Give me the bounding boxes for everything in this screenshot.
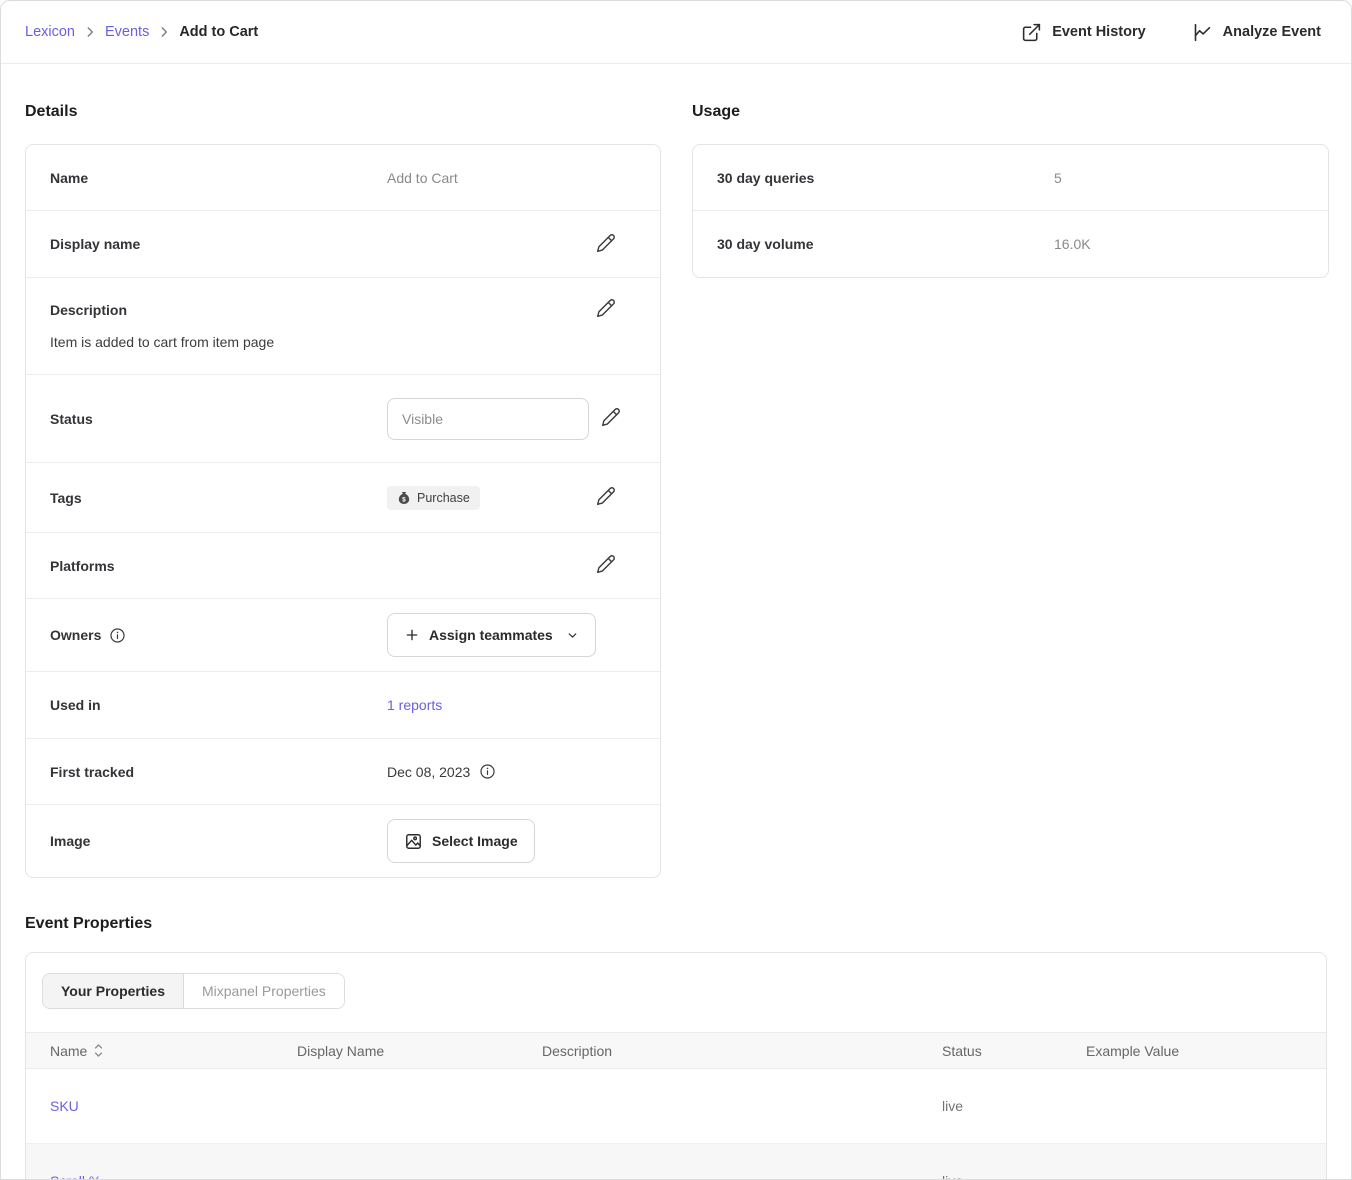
event-properties-heading: Event Properties bbox=[25, 915, 1327, 933]
analyze-event-button[interactable]: Analyze Event bbox=[1192, 22, 1321, 43]
details-heading: Details bbox=[25, 103, 661, 121]
queries-label: 30 day queries bbox=[717, 170, 1054, 186]
edit-status-button[interactable] bbox=[601, 407, 621, 430]
tags-label: Tags bbox=[50, 490, 387, 506]
usage-row-queries: 30 day queries 5 bbox=[693, 145, 1328, 211]
properties-table-header: Name Display Name Description Status Exa… bbox=[26, 1032, 1326, 1069]
analyze-event-label: Analyze Event bbox=[1223, 24, 1321, 40]
image-icon bbox=[404, 832, 423, 851]
detail-row-platforms: Platforms bbox=[26, 533, 660, 599]
tab-your-properties[interactable]: Your Properties bbox=[43, 974, 184, 1008]
detail-row-status: Status Visible bbox=[26, 375, 660, 463]
property-name-link[interactable]: Scroll % bbox=[50, 1173, 297, 1180]
property-status: live bbox=[942, 1098, 1086, 1114]
tag-purchase-badge[interactable]: $ Purchase bbox=[387, 486, 480, 510]
name-value: Add to Cart bbox=[387, 170, 458, 186]
pencil-icon bbox=[596, 233, 616, 256]
name-label: Name bbox=[50, 170, 387, 186]
volume-label: 30 day volume bbox=[717, 236, 1054, 252]
detail-row-display-name: Display name bbox=[26, 211, 660, 278]
event-properties-section: Event Properties Your Properties Mixpane… bbox=[25, 915, 1327, 1180]
column-name-label: Name bbox=[50, 1043, 87, 1059]
plus-icon bbox=[404, 627, 420, 643]
used-in-reports-link[interactable]: 1 reports bbox=[387, 697, 442, 713]
used-in-label: Used in bbox=[50, 697, 387, 713]
platforms-label: Platforms bbox=[50, 558, 387, 574]
chevron-right-icon bbox=[157, 25, 171, 39]
display-name-label: Display name bbox=[50, 236, 387, 252]
assign-teammates-label: Assign teammates bbox=[429, 627, 553, 643]
queries-value: 5 bbox=[1054, 170, 1062, 186]
main-content: Details Name Add to Cart Display name bbox=[1, 64, 1351, 1180]
tag-purchase-label: Purchase bbox=[417, 491, 470, 505]
usage-row-volume: 30 day volume 16.0K bbox=[693, 211, 1328, 277]
pencil-icon bbox=[596, 486, 616, 509]
info-icon[interactable] bbox=[479, 763, 496, 780]
assign-teammates-button[interactable]: Assign teammates bbox=[387, 613, 596, 657]
properties-tabs-wrap: Your Properties Mixpanel Properties bbox=[26, 953, 1326, 1032]
property-status: live bbox=[942, 1173, 1086, 1180]
money-bag-icon: $ bbox=[397, 491, 411, 505]
event-history-label: Event History bbox=[1052, 24, 1145, 40]
edit-description-button[interactable] bbox=[596, 298, 616, 321]
column-header-description: Description bbox=[542, 1043, 942, 1059]
details-card: Name Add to Cart Display name bbox=[25, 144, 661, 878]
pencil-icon bbox=[601, 407, 621, 430]
column-header-display-name: Display Name bbox=[297, 1043, 542, 1059]
property-row-sku: SKU live bbox=[26, 1069, 1326, 1144]
column-header-name[interactable]: Name bbox=[50, 1042, 297, 1059]
status-input[interactable]: Visible bbox=[387, 398, 589, 440]
description-value: Item is added to cart from item page bbox=[50, 334, 636, 350]
topbar-actions: Event History Analyze Event bbox=[1021, 22, 1321, 43]
edit-platforms-button[interactable] bbox=[596, 554, 616, 577]
description-label: Description bbox=[50, 302, 584, 318]
edit-display-name-button[interactable] bbox=[596, 233, 616, 256]
detail-row-used-in: Used in 1 reports bbox=[26, 672, 660, 739]
column-header-example-value: Example Value bbox=[1086, 1043, 1326, 1059]
usage-section: Usage 30 day queries 5 30 day volume 16.… bbox=[692, 64, 1329, 278]
image-label: Image bbox=[50, 833, 387, 849]
property-name-link[interactable]: SKU bbox=[50, 1098, 297, 1114]
lexicon-event-detail-page: Lexicon Events Add to Cart Event History bbox=[0, 0, 1352, 1180]
breadcrumb-events[interactable]: Events bbox=[105, 24, 149, 40]
usage-card: 30 day queries 5 30 day volume 16.0K bbox=[692, 144, 1329, 278]
line-chart-icon bbox=[1192, 22, 1213, 43]
chevron-right-icon bbox=[83, 25, 97, 39]
info-icon[interactable] bbox=[109, 627, 126, 644]
chevron-down-icon bbox=[566, 629, 579, 642]
topbar: Lexicon Events Add to Cart Event History bbox=[1, 1, 1351, 64]
properties-tabs: Your Properties Mixpanel Properties bbox=[42, 973, 345, 1009]
sort-icon[interactable] bbox=[93, 1042, 104, 1059]
property-row-scroll: Scroll % live bbox=[26, 1144, 1326, 1180]
breadcrumb-lexicon[interactable]: Lexicon bbox=[25, 24, 75, 40]
tab-mixpanel-properties[interactable]: Mixpanel Properties bbox=[184, 974, 344, 1008]
first-tracked-label: First tracked bbox=[50, 764, 387, 780]
svg-text:$: $ bbox=[402, 496, 406, 503]
first-tracked-value: Dec 08, 2023 bbox=[387, 764, 470, 780]
breadcrumb: Lexicon Events Add to Cart bbox=[25, 24, 258, 40]
event-history-button[interactable]: Event History bbox=[1021, 22, 1145, 43]
breadcrumb-current: Add to Cart bbox=[179, 24, 258, 40]
details-section: Details Name Add to Cart Display name bbox=[25, 64, 661, 878]
detail-row-image: Image Select Image bbox=[26, 805, 660, 877]
select-image-label: Select Image bbox=[432, 833, 518, 849]
select-image-button[interactable]: Select Image bbox=[387, 819, 535, 863]
detail-row-description: Description Item is added to cart from i… bbox=[26, 278, 660, 375]
status-label: Status bbox=[50, 411, 387, 427]
column-header-status: Status bbox=[942, 1043, 1086, 1059]
edit-tags-button[interactable] bbox=[596, 486, 616, 509]
usage-heading: Usage bbox=[692, 103, 1329, 121]
detail-row-name: Name Add to Cart bbox=[26, 145, 660, 211]
volume-value: 16.0K bbox=[1054, 236, 1091, 252]
pencil-icon bbox=[596, 554, 616, 577]
owners-label: Owners bbox=[50, 627, 101, 643]
detail-row-first-tracked: First tracked Dec 08, 2023 bbox=[26, 739, 660, 805]
detail-row-owners: Owners Assign teammates bbox=[26, 599, 660, 672]
detail-row-tags: Tags $ Purchase bbox=[26, 463, 660, 533]
external-link-icon bbox=[1021, 22, 1042, 43]
event-properties-card: Your Properties Mixpanel Properties Name… bbox=[25, 952, 1327, 1180]
properties-table: Name Display Name Description Status Exa… bbox=[26, 1032, 1326, 1180]
pencil-icon bbox=[596, 298, 616, 321]
